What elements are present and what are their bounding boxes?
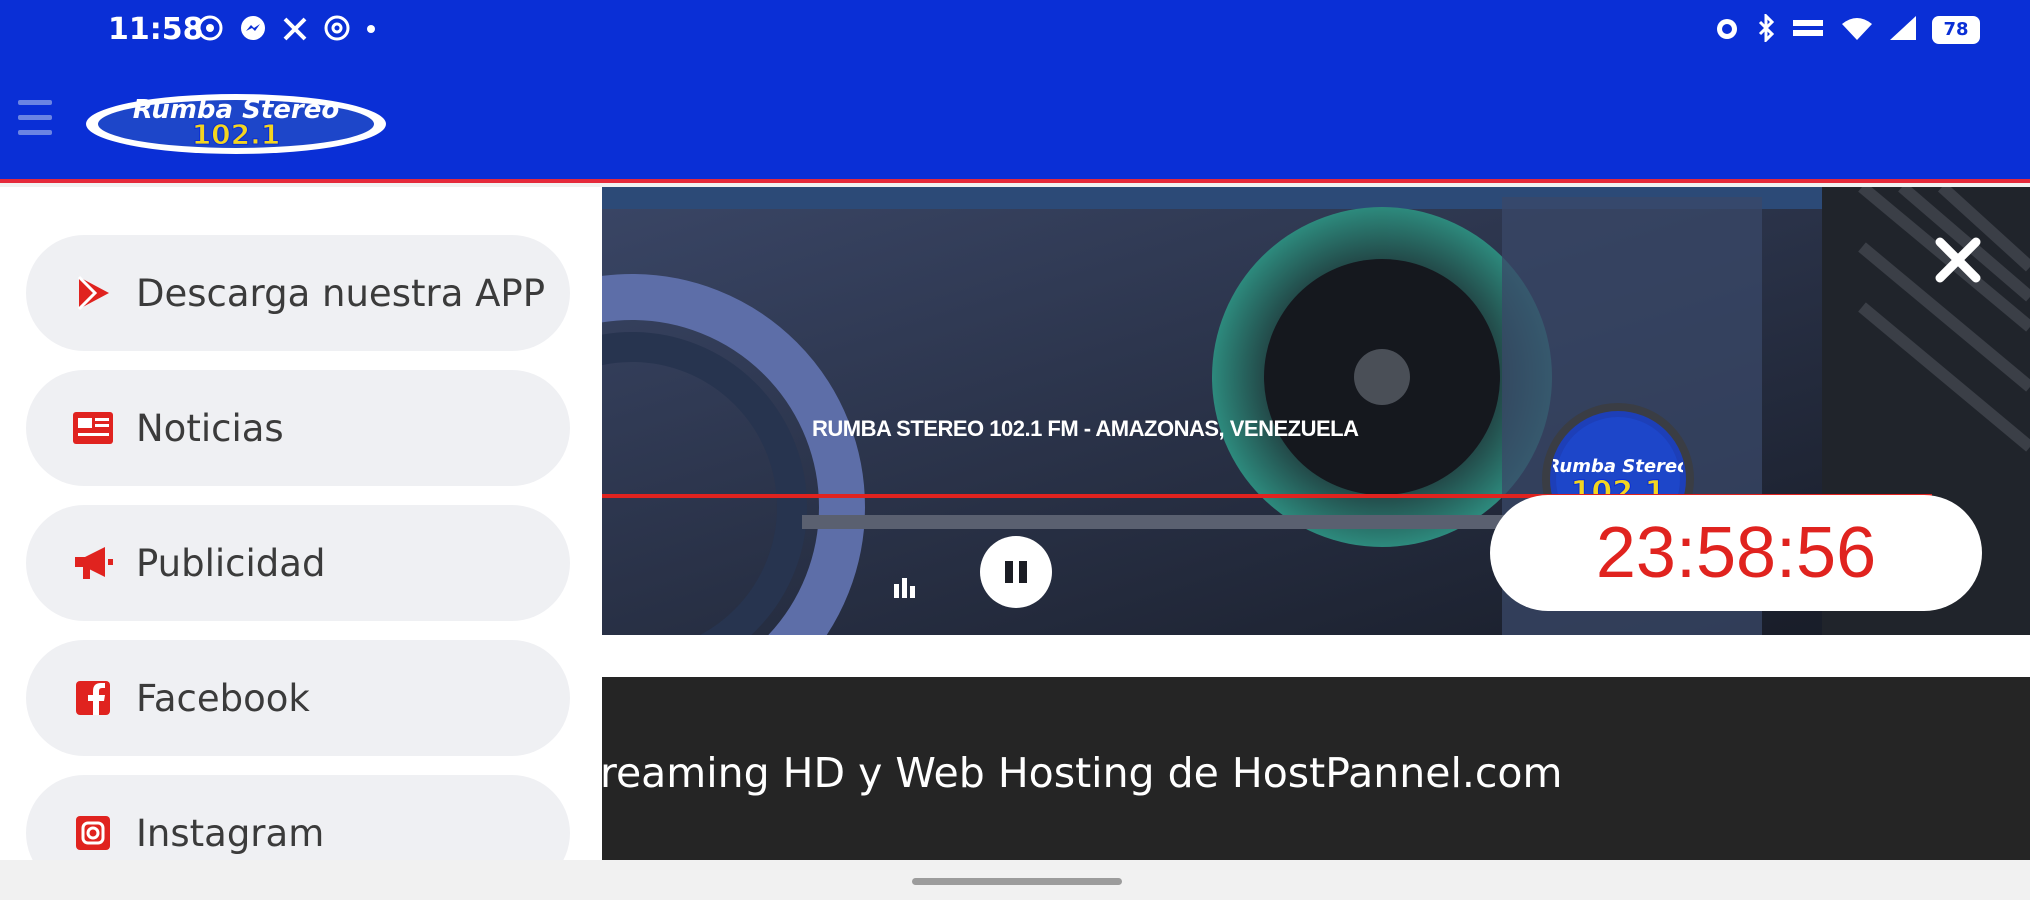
- pause-button[interactable]: [980, 536, 1052, 608]
- wifi-icon: [1841, 18, 1872, 40]
- menu-item-label: Instagram: [136, 811, 325, 855]
- menu-item-facebook[interactable]: Facebook: [26, 640, 570, 756]
- notification-icons: [196, 12, 376, 45]
- play-store-icon: [70, 270, 116, 316]
- station-logo: Rumba Stereo 102.1: [86, 94, 386, 154]
- app-bar: 11:58 78 Rumba Stereo 102.1: [0, 0, 2030, 183]
- disc-logo-text: Rumba Stereo: [1553, 456, 1683, 477]
- instagram-icon: [70, 810, 116, 856]
- menu-item-advertising[interactable]: Publicidad: [26, 505, 570, 621]
- status-time: 11:58: [108, 12, 204, 47]
- status-bar: 11:58 78: [0, 0, 2030, 62]
- threads-icon: [324, 15, 350, 41]
- gesture-handle[interactable]: [912, 878, 1122, 885]
- menu-item-label: Descarga nuestra APP: [136, 271, 546, 315]
- whatsapp-icon: [197, 15, 223, 41]
- system-icons: [1713, 12, 1918, 49]
- menu-bar: [18, 100, 52, 105]
- pause-icon: [1005, 561, 1013, 583]
- menu-button[interactable]: [18, 100, 52, 142]
- dot-icon: [366, 25, 375, 33]
- logo-frequency: 102.1: [192, 118, 281, 151]
- menu-item-label: Publicidad: [136, 541, 326, 585]
- volume-icon[interactable]: [892, 574, 920, 600]
- menu-item-news[interactable]: Noticias: [26, 370, 570, 486]
- player-divider: [602, 635, 2030, 677]
- timer-value: 23:58:56: [1595, 513, 1877, 593]
- station-caption: RUMBA STEREO 102.1 FM - AMAZONAS, VENEZU…: [812, 416, 1359, 441]
- menu-bar: [18, 115, 52, 120]
- messenger-icon: [240, 16, 265, 40]
- menu-item-label: Noticias: [136, 406, 284, 450]
- megaphone-icon: [70, 540, 116, 586]
- battery-indicator: 78: [1932, 16, 1980, 44]
- pause-icon: [1019, 561, 1027, 583]
- menu-item-download-app[interactable]: Descarga nuestra APP: [26, 235, 570, 351]
- marquee-banner: reaming HD y Web Hosting de HostPannel.c…: [602, 677, 2030, 860]
- menu-bar: [18, 130, 52, 135]
- x-icon: [283, 17, 307, 41]
- alarm-icon: [1716, 19, 1737, 39]
- close-icon[interactable]: [1930, 232, 1986, 288]
- newspaper-icon: [70, 405, 116, 451]
- signal-icon: [1890, 16, 1916, 40]
- bluetooth-icon: [1759, 12, 1775, 44]
- menu-item-label: Facebook: [136, 676, 310, 720]
- navigation-drawer: Descarga nuestra APP Noticias Publicidad…: [0, 187, 602, 891]
- timer-display: 23:58:56: [1490, 495, 1982, 611]
- system-navigation-bar: [0, 860, 2030, 900]
- data-speed-icon: [1793, 20, 1824, 36]
- marquee-text: reaming HD y Web Hosting de HostPannel.c…: [602, 749, 1563, 797]
- facebook-icon: [70, 675, 116, 721]
